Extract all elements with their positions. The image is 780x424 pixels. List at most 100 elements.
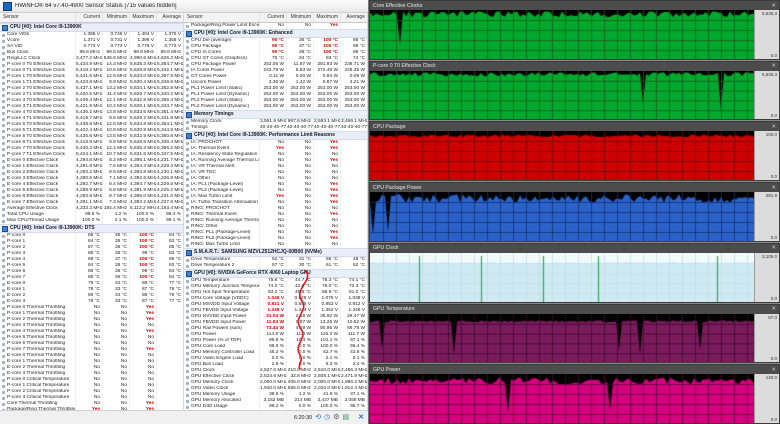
graph-scale-max: 281.9 <box>765 193 777 199</box>
close-icon[interactable]: ✕ <box>358 411 364 424</box>
graph-panel-4: GPU Clock ✕ 3,105.0 0.0 <box>369 242 780 303</box>
graph-close-icon[interactable]: ✕ <box>771 63 776 69</box>
sensor-item-icon <box>2 135 5 139</box>
graph-titlebar[interactable]: Core Effective Clocks ✕ <box>370 1 779 10</box>
sensor-item-icon <box>2 288 5 292</box>
column-header-sensor[interactable]: Sensor <box>0 13 75 22</box>
sensor-value: 40-40-40-77 <box>286 125 313 131</box>
sensor-value: Yes <box>313 23 340 29</box>
sensor-value: 100.0 % <box>75 218 102 224</box>
graph-titlebar[interactable]: CPU Package ✕ <box>370 122 779 132</box>
sensor-row[interactable]: Package/Ring Thermal Throttling Yes No Yes <box>0 407 183 410</box>
sensor-group-header[interactable]: GPU [#0]: NVIDIA GeForce RTX 4060 Laptop… <box>184 269 367 278</box>
graph-panel-3: CPU Package Power ✕ 281.9 0.0 <box>369 182 780 242</box>
sensor-group-header[interactable]: CPU [#0]: Intel Core i9-13900K: Enhanced <box>184 29 367 38</box>
desktop: HWiNFO® 64 v7.40-4900 Sensor Status [715… <box>0 0 780 424</box>
sensor-label: RING: Max Turbo Limit <box>184 242 259 248</box>
graph-close-icon[interactable]: ✕ <box>771 367 776 373</box>
graph-close-icon[interactable]: ✕ <box>771 124 776 130</box>
sensor-item-icon <box>2 129 5 133</box>
graph-panel-1: P-core 0 T0 Effective Clock ✕ 5,635.3 0.0 <box>369 60 780 121</box>
graph-titlebar[interactable]: GPU Temperature ✕ <box>370 304 779 314</box>
sensor-row[interactable]: Timings 40-40-40-77 40-40-40-77 40-40-40-77… <box>184 125 367 131</box>
sensor-item-icon <box>2 336 5 340</box>
sensor-item-icon <box>2 276 5 280</box>
column-header-current[interactable]: Current <box>259 13 286 22</box>
graph-titlebar[interactable]: P-core 0 T0 Effective Clock ✕ <box>370 61 779 71</box>
sensor-row[interactable]: PL2 Power Limit (Dynamic) 253.00 W 253.00 … <box>184 104 367 110</box>
sensor-item-icon <box>186 399 189 403</box>
graph-close-icon[interactable]: ✕ <box>771 306 776 312</box>
sensor-value: 30 °C <box>286 263 313 269</box>
graph-titlebar[interactable]: GPU Clock ✕ <box>370 243 779 253</box>
column-header-sensor[interactable]: Sensor <box>184 13 259 22</box>
sensor-item-icon <box>2 384 5 388</box>
sensor-item-icon <box>2 81 5 85</box>
clock-icon[interactable]: ◷ <box>324 411 330 424</box>
sensor-group-icon <box>2 225 8 232</box>
sensor-row[interactable]: RING: Max Turbo Limit No No No <box>184 242 367 248</box>
graph-scale: 87.0 0.0 <box>754 313 779 363</box>
column-header-minimum[interactable]: Minimum <box>286 13 313 22</box>
sensor-value <box>340 23 367 29</box>
sensor-item-icon <box>186 219 189 223</box>
sensor-item-icon <box>186 327 189 331</box>
sensor-item-icon <box>186 357 189 361</box>
reset-minmax-icon[interactable]: ⟲ <box>315 411 321 424</box>
sensor-item-icon <box>186 147 189 151</box>
sensor-item-icon <box>186 369 189 373</box>
graph-body: 100.0 0.0 <box>370 131 779 181</box>
sensor-group-header[interactable]: Memory Timings <box>184 110 367 119</box>
sensor-item-icon <box>186 189 189 193</box>
column-header-minimum[interactable]: Minimum <box>102 13 129 22</box>
sensor-item-icon <box>186 231 189 235</box>
logging-report-icon[interactable]: ▤ <box>343 411 350 424</box>
sensor-item-icon <box>2 240 5 244</box>
sensor-group-header[interactable]: CPU [#0]: Intel Core i9-13900K: Performa… <box>184 131 367 140</box>
sensor-group-icon <box>186 132 192 139</box>
graph-titlebar[interactable]: CPU Package Power ✕ <box>370 183 779 193</box>
graph-title: CPU Package Power <box>373 184 422 191</box>
column-header-average[interactable]: Average <box>156 13 183 22</box>
sensor-item-icon <box>186 105 189 109</box>
sensor-column-middle: Sensor Current Minimum Maximum Average Packag… <box>184 13 368 410</box>
sensor-value: 253.00 W <box>286 104 313 110</box>
sensor-item-icon <box>186 363 189 367</box>
sensor-group-header[interactable]: CPU [#0]: Intel Core i9-13900K <box>0 23 183 32</box>
window-statusbar: 6:20:30 ⟲ ◷ ⚙ ▤ ✕ <box>0 410 368 424</box>
graph-scale: 5,635.3 0.0 <box>754 10 779 59</box>
sensor-item-icon <box>186 51 189 55</box>
graph-scale-min: 0.0 <box>770 295 777 301</box>
sensor-item-icon <box>186 207 189 211</box>
sensor-item-icon <box>2 300 5 304</box>
graph-plot-area <box>370 10 754 59</box>
graph-close-icon[interactable]: ✕ <box>771 3 776 9</box>
column-header-current[interactable]: Current <box>75 13 102 22</box>
sensor-item-icon <box>186 183 189 187</box>
sensor-item-icon <box>186 387 189 391</box>
sensor-item-icon <box>186 345 189 349</box>
sensor-item-icon <box>2 372 5 376</box>
column-header-maximum[interactable]: Maximum <box>129 13 156 22</box>
sensor-group-header[interactable]: S.M.A.R.T.: SAMSUNG MZVL2512HCJQ-00B00 (… <box>184 248 367 257</box>
sensor-item-icon <box>2 171 5 175</box>
graph-close-icon[interactable]: ✕ <box>771 245 776 251</box>
sensor-row[interactable]: Drive Temperature 2 57 °C 30 °C 61 °C 52 °C <box>184 263 367 269</box>
sensor-value: 2.1 % <box>102 218 129 224</box>
settings-gear-icon[interactable]: ⚙ <box>333 411 339 424</box>
sensor-item-icon <box>2 390 5 394</box>
graph-close-icon[interactable]: ✕ <box>771 185 776 191</box>
sensor-row[interactable]: Package/Ring Power Limit ExceededNoNoYes <box>184 23 367 29</box>
sensor-row[interactable]: Max CPU/Thread Usage 100.0 % 2.1 % 100.0 % 9… <box>0 218 183 224</box>
column-header-maximum[interactable]: Maximum <box>313 13 340 22</box>
graph-scale: 100.0 0.0 <box>754 131 779 181</box>
graph-titlebar[interactable]: GPU Power ✕ <box>370 365 779 375</box>
sensor-item-icon <box>2 33 5 37</box>
sensor-item-icon <box>2 234 5 238</box>
sensor-item-icon <box>186 291 189 295</box>
sensor-group-header[interactable]: CPU [#0]: Intel Core i9-13900K: DTS <box>0 224 183 233</box>
graph-title: GPU Temperature <box>373 306 415 313</box>
window-titlebar[interactable]: HWiNFO® 64 v7.40-4900 Sensor Status [715… <box>0 0 368 13</box>
column-header-average[interactable]: Average <box>340 13 367 22</box>
sensor-item-icon <box>186 315 189 319</box>
